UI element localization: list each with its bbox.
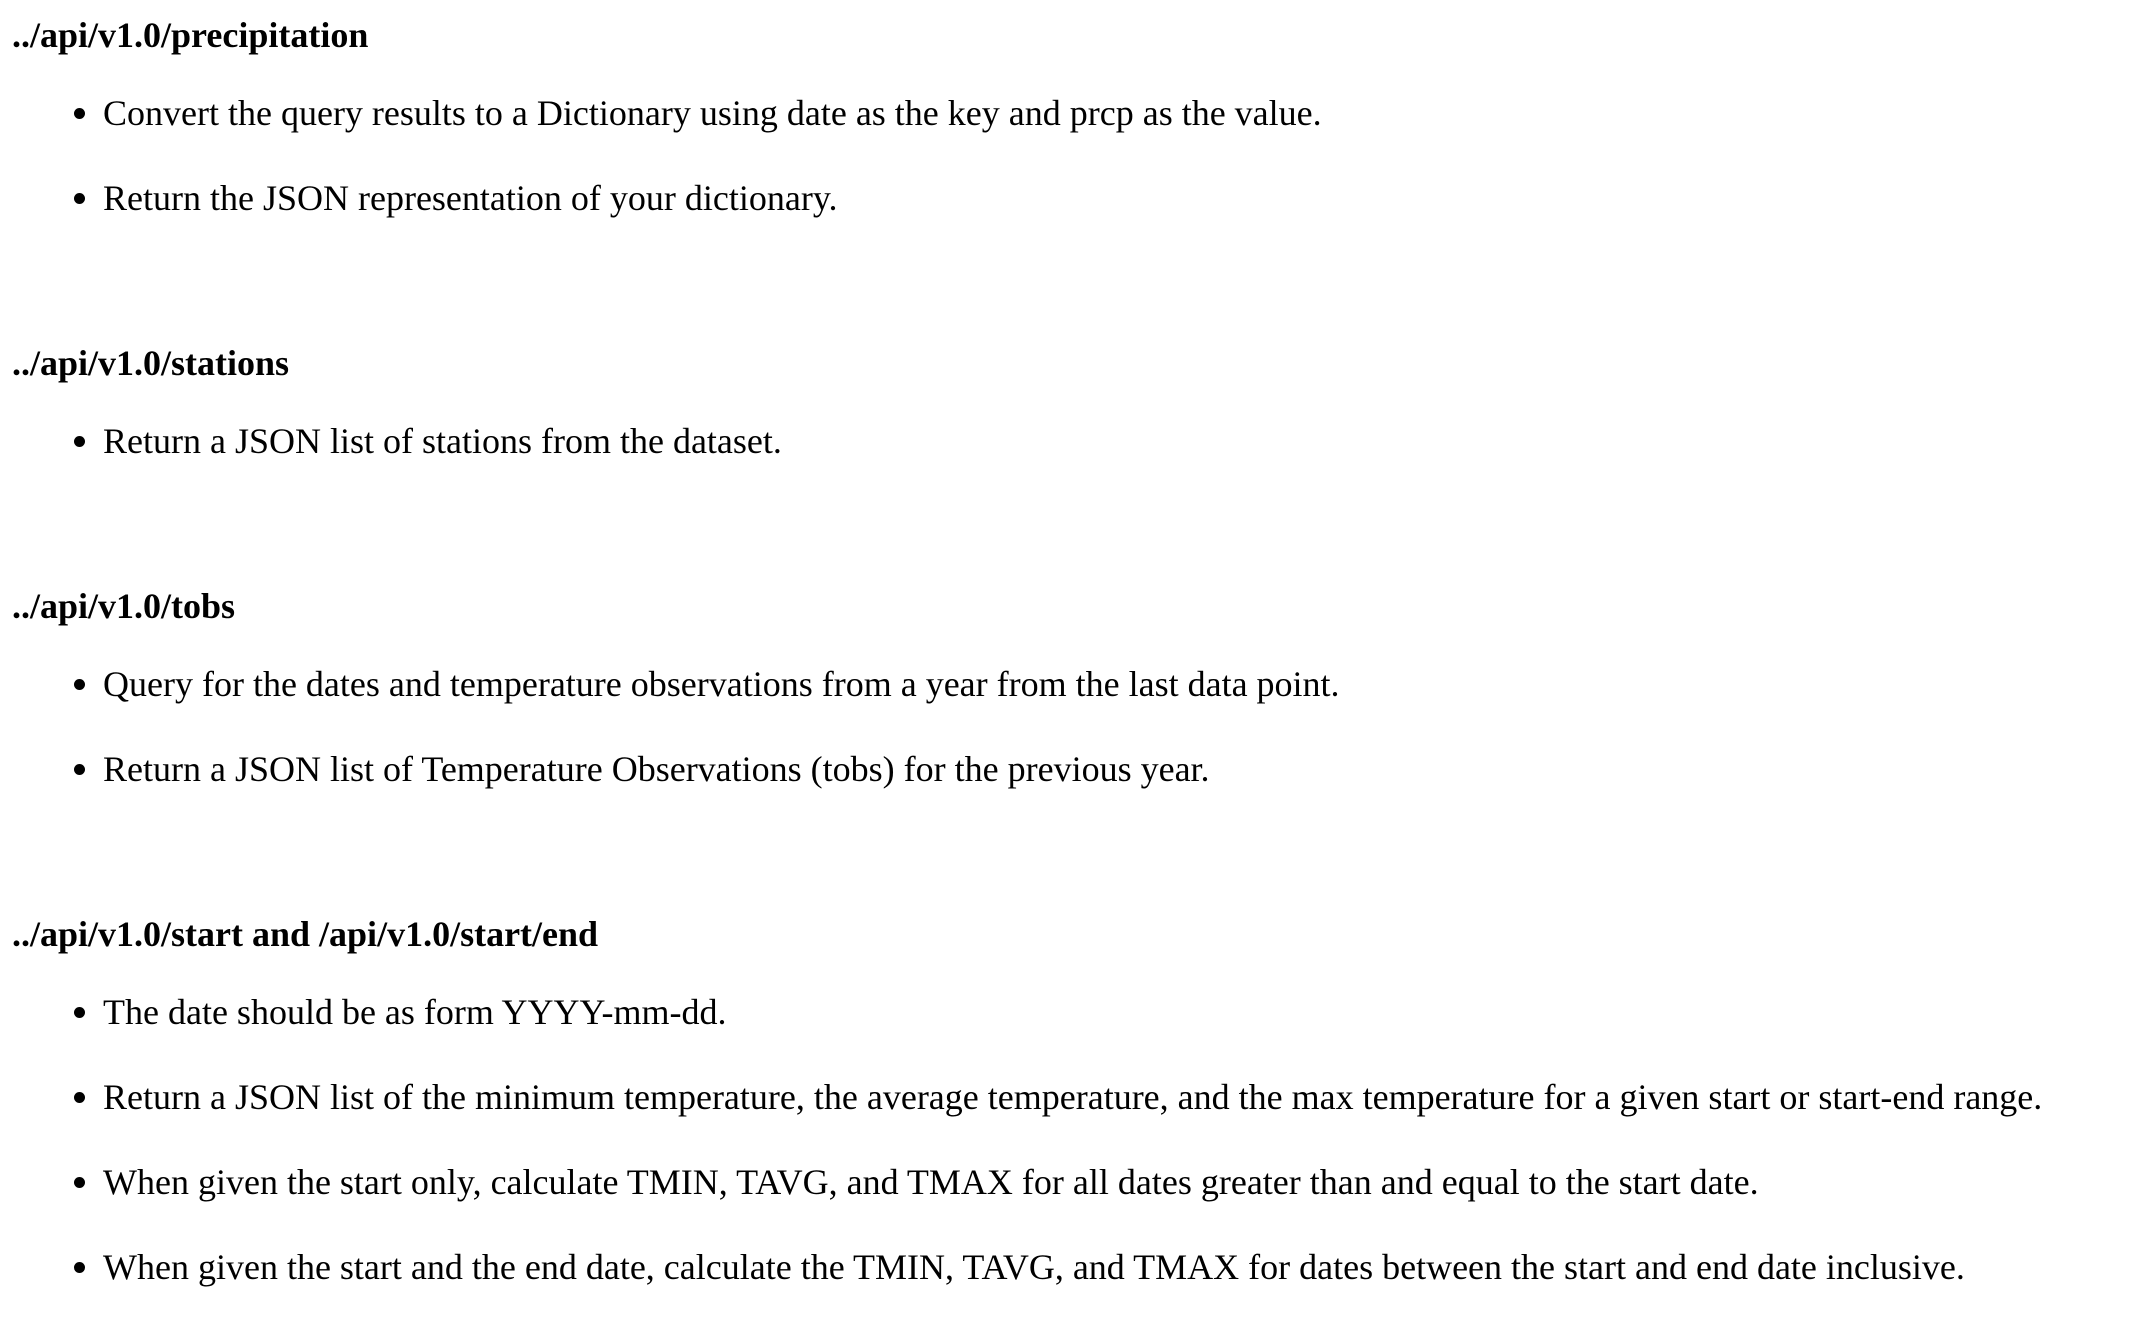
list-item-text: Convert the query results to a Dictionar… <box>103 93 1322 133</box>
bullet-icon <box>74 764 85 775</box>
bullet-icon <box>74 1007 85 1018</box>
list-item-text: Return a JSON list of the minimum temper… <box>103 1077 2043 1117</box>
section-stations: ../api/v1.0/stations Return a JSON list … <box>12 341 782 504</box>
bullet-list-start-end: The date should be as form YYYY-mm-dd. R… <box>12 990 2042 1330</box>
section-heading-stations: ../api/v1.0/stations <box>12 343 290 383</box>
bullet-list-stations: Return a JSON list of stations from the … <box>12 419 782 504</box>
list-item: Convert the query results to a Dictionar… <box>12 91 1322 176</box>
list-item-text: Return a JSON list of Temperature Observ… <box>103 749 1210 789</box>
bullet-icon <box>74 436 85 447</box>
section-start-end: ../api/v1.0/start and /api/v1.0/start/en… <box>12 912 2042 1330</box>
list-item: When given the start and the end date, c… <box>12 1245 1965 1330</box>
list-item-text: When given the start only, calculate TMI… <box>103 1162 1759 1202</box>
list-item-text: Return a JSON list of stations from the … <box>103 421 782 461</box>
section-heading-tobs: ../api/v1.0/tobs <box>12 586 236 626</box>
list-item-text: Query for the dates and temperature obse… <box>103 664 1340 704</box>
bullet-icon <box>74 193 85 204</box>
section-tobs: ../api/v1.0/tobs Query for the dates and… <box>12 584 1340 832</box>
list-item-text: The date should be as form YYYY-mm-dd. <box>103 992 727 1032</box>
list-item-text: Return the JSON representation of your d… <box>103 178 838 218</box>
document-page: ../api/v1.0/precipitation Convert the qu… <box>0 0 2130 1309</box>
bullet-icon <box>74 108 85 119</box>
list-item: Return a JSON list of stations from the … <box>12 419 782 504</box>
section-heading-precipitation: ../api/v1.0/precipitation <box>12 15 369 55</box>
bullet-icon <box>74 1092 85 1103</box>
list-item-text: When given the start and the end date, c… <box>103 1247 1965 1287</box>
bullet-icon <box>74 1177 85 1188</box>
bullet-list-tobs: Query for the dates and temperature obse… <box>12 662 1340 832</box>
list-item: Return the JSON representation of your d… <box>12 176 837 261</box>
bullet-icon <box>74 679 85 690</box>
list-item: Return a JSON list of the minimum temper… <box>12 1075 2042 1160</box>
list-item: The date should be as form YYYY-mm-dd. <box>12 990 727 1075</box>
section-heading-start-end: ../api/v1.0/start and /api/v1.0/start/en… <box>12 914 599 954</box>
list-item: Query for the dates and temperature obse… <box>12 662 1340 747</box>
list-item: Return a JSON list of Temperature Observ… <box>12 747 1210 832</box>
list-item: When given the start only, calculate TMI… <box>12 1160 1759 1245</box>
bullet-icon <box>74 1262 85 1273</box>
bullet-list-precipitation: Convert the query results to a Dictionar… <box>12 91 1322 261</box>
section-precipitation: ../api/v1.0/precipitation Convert the qu… <box>12 13 1322 261</box>
